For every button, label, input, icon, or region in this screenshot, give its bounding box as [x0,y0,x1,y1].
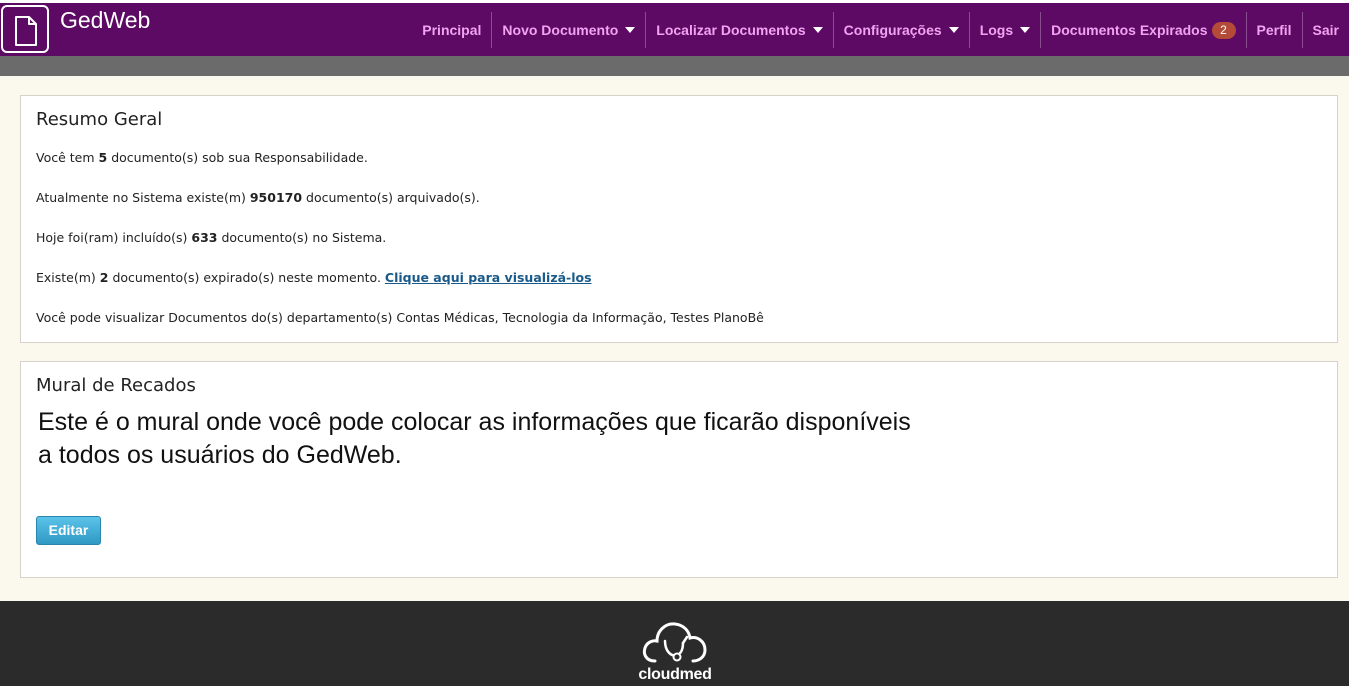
document-icon[interactable] [1,5,49,53]
nav-configuracoes[interactable]: Configurações [832,12,969,48]
summary-expired-line: Existe(m) 2 documento(s) expirado(s) nes… [36,270,592,285]
nav-principal[interactable]: Principal [412,12,491,48]
mural-message: Este é o mural onde você pode colocar as… [38,406,938,472]
line-text: Hoje foi(ram) incluído(s) [36,230,192,245]
responsibility-count: 5 [98,150,108,165]
nav-label: Documentos Expirados [1051,22,1208,38]
nav-label: Configurações [843,22,942,38]
nav-documentos-expirados[interactable]: Documentos Expirados 2 [1040,12,1245,48]
nav-label: Sair [1312,22,1339,38]
mural-title: Mural de Recados [36,375,196,396]
mural-message-line: a todos os usuários do GedWeb. [38,441,402,469]
nav-label: Logs [979,22,1014,38]
summary-included-line: Hoje foi(ram) incluído(s) 633 documento(… [36,230,386,245]
line-text: documento(s) no Sistema. [217,230,387,245]
nav-label: Novo Documento [502,22,619,38]
summary-departments-line: Você pode visualizar Documentos do(s) de… [36,310,764,325]
footer-logo-text: cloudmed [638,666,712,683]
nav-logs[interactable]: Logs [968,12,1040,48]
summary-panel: Resumo Geral Você tem 5 documento(s) sob… [20,95,1338,343]
footer-logo: cloudmed [628,619,722,685]
brand-title[interactable]: GedWeb [60,7,150,34]
included-count: 633 [191,230,218,245]
nav-sair[interactable]: Sair [1301,12,1349,48]
nav-label: Principal [422,22,482,38]
caret-down-icon [1020,27,1031,33]
nav-label: Localizar Documentos [656,22,806,38]
line-text: documento(s) expirado(s) neste momento. [108,270,385,285]
summary-responsibility-line: Você tem 5 documento(s) sob sua Responsa… [36,150,368,165]
cloud-stethoscope-icon [642,622,707,663]
summary-archived-line: Atualmente no Sistema existe(m) 950170 d… [36,190,480,205]
mural-message-line: Este é o mural onde você pode colocar as… [38,408,911,436]
footer: cloudmed [0,601,1349,686]
line-text: documento(s) arquivado(s). [302,190,480,205]
line-text: Existe(m) [36,270,100,285]
main-nav: Principal Novo Documento Localizar Docum… [412,10,1349,50]
caret-down-icon [625,27,636,33]
line-text: documento(s) sob sua Responsabilidade. [107,150,368,165]
sub-bar [0,56,1349,76]
line-text: Você tem [36,150,99,165]
nav-localizar-documentos[interactable]: Localizar Documentos [645,12,832,48]
summary-title: Resumo Geral [36,109,163,130]
view-expired-link[interactable]: Clique aqui para visualizá-los [385,270,592,285]
nav-perfil[interactable]: Perfil [1245,12,1302,48]
caret-down-icon [948,27,959,33]
line-text: Atualmente no Sistema existe(m) [36,190,250,205]
archived-count: 950170 [249,190,303,205]
mural-panel: Mural de Recados Este é o mural onde voc… [20,361,1338,578]
expired-count-badge: 2 [1211,21,1236,39]
top-navbar: GedWeb Principal Novo Documento Localiza… [0,0,1349,56]
nav-label: Perfil [1256,22,1292,38]
nav-novo-documento[interactable]: Novo Documento [491,12,645,48]
edit-button[interactable]: Editar [36,516,101,545]
caret-down-icon [812,27,823,33]
